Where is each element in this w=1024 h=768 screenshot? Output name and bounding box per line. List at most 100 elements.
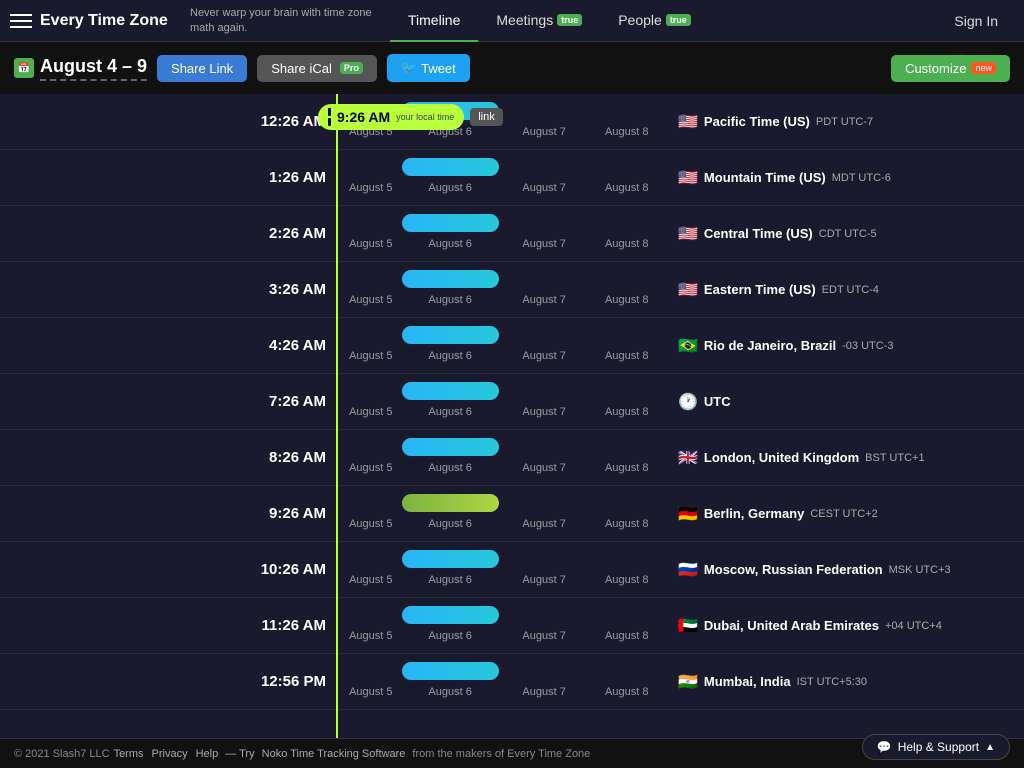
logo-text: Every Time Zone xyxy=(40,12,168,30)
tz-name: Pacific Time (US) xyxy=(704,114,810,129)
day-strip: August 6 xyxy=(402,626,499,646)
sign-in-button[interactable]: Sign In xyxy=(938,13,1014,29)
day-strip: August 5 xyxy=(340,458,402,478)
tz-label: 🇺🇸Pacific Time (US)PDT UTC-7 xyxy=(664,112,1024,132)
tagline: Never warp your brain with time zone mat… xyxy=(190,6,390,35)
tz-flag: 🕐 xyxy=(678,392,698,412)
day-strip: August 5 xyxy=(340,290,402,310)
help-support-button[interactable]: 💬 Help & Support ▲ xyxy=(862,734,1010,760)
day-strip: August 8 xyxy=(589,290,664,310)
nav-tab-people[interactable]: People true xyxy=(600,0,709,42)
tz-time-label: 8:26 AM xyxy=(0,449,340,466)
day-strip: August 5 xyxy=(340,402,402,422)
day-strip: August 6 xyxy=(402,234,499,254)
tz-name: Eastern Time (US) xyxy=(704,282,816,297)
main-header: Every Time Zone Never warp your brain wi… xyxy=(0,0,1024,42)
tz-bar-area[interactable]: August 5August 6August 7August 8 xyxy=(340,486,664,542)
day-strip: August 7 xyxy=(499,682,590,702)
day-strip: August 6 xyxy=(402,514,499,534)
tz-flag: 🇮🇳 xyxy=(678,672,698,692)
tz-bar-area[interactable]: August 5August 6August 7August 8 xyxy=(340,262,664,318)
tz-flag: 🇧🇷 xyxy=(678,336,698,356)
tweet-button[interactable]: 🐦 Tweet xyxy=(387,54,470,82)
active-bar xyxy=(402,382,499,400)
tz-bar-area[interactable]: August 5August 6August 7August 8 xyxy=(340,318,664,374)
tz-flag: 🇦🇪 xyxy=(678,616,698,636)
current-time-pill: 9:26 AM your local time xyxy=(318,104,464,130)
meetings-pro-badge: true xyxy=(557,14,582,26)
tz-name: Berlin, Germany xyxy=(704,506,804,521)
share-link-button[interactable]: Share Link xyxy=(157,55,247,82)
link-badge[interactable]: link xyxy=(470,108,503,126)
tz-time-label: 3:26 AM xyxy=(0,281,340,298)
nav-tab-timeline[interactable]: Timeline xyxy=(390,0,478,42)
day-strip: August 5 xyxy=(340,234,402,254)
tz-label: 🇷🇺Moscow, Russian FederationMSK UTC+3 xyxy=(664,560,1024,580)
tz-time-label: 12:56 PM xyxy=(0,673,340,690)
timezone-rows: 12:26 AMAugust 5August 6August 7August 8… xyxy=(0,94,1024,710)
tz-name: Dubai, United Arab Emirates xyxy=(704,618,879,633)
day-strip: August 8 xyxy=(589,458,664,478)
date-range-area: 📅 August 4 – 9 xyxy=(14,56,147,81)
tz-time-label: 2:26 AM xyxy=(0,225,340,242)
tz-label: 🇮🇳 Mumbai, India IST UTC+5:30 xyxy=(664,672,1024,692)
tz-bar-area[interactable]: August 5August 6August 7August 8 xyxy=(340,430,664,486)
day-strip: August 6 xyxy=(402,682,499,702)
tz-label: 🕐 UTC xyxy=(664,392,1024,412)
tz-time-label: 12:26 AM xyxy=(0,113,340,130)
nav-tab-meetings[interactable]: Meetings true xyxy=(478,0,600,42)
tz-abbr: MDT UTC-6 xyxy=(832,172,891,184)
tz-bar-area[interactable]: August 5August 6August 7August 8 xyxy=(340,598,664,654)
share-ical-button[interactable]: Share iCal Pro xyxy=(257,55,377,82)
tz-name: Moscow, Russian Federation xyxy=(704,562,883,577)
tz-row: 1:26 AMAugust 5August 6August 7August 8🇺… xyxy=(0,150,1024,206)
terms-link[interactable]: Terms xyxy=(114,748,144,760)
day-strip: August 7 xyxy=(499,234,590,254)
twitter-icon: 🐦 xyxy=(401,60,417,76)
help-link[interactable]: Help xyxy=(196,748,219,760)
from-text: from the makers of Every Time Zone xyxy=(409,748,590,760)
share-ical-pro-badge: Pro xyxy=(340,62,363,74)
tz-bar-area[interactable]: August 5August 6August 7August 8 xyxy=(340,542,664,598)
tz-time-label: 7:26 AM xyxy=(0,393,340,410)
tz-abbr: CDT UTC-5 xyxy=(819,228,877,240)
tz-row: 10:26 AMAugust 5August 6August 7August 8… xyxy=(0,542,1024,598)
day-strip: August 8 xyxy=(589,122,664,142)
tz-flag: 🇺🇸 xyxy=(678,280,698,300)
day-strip: August 7 xyxy=(499,626,590,646)
current-time-label: your local time xyxy=(396,112,454,122)
chevron-up-icon: ▲ xyxy=(985,742,995,753)
privacy-link[interactable]: Privacy xyxy=(152,748,188,760)
try-text: — Try xyxy=(222,748,257,760)
tz-bar-area[interactable]: August 5August 6August 7August 8 xyxy=(340,374,664,430)
active-bar xyxy=(402,662,499,680)
active-bar xyxy=(402,270,499,288)
tz-bar-area[interactable]: August 5August 6August 7August 8 xyxy=(340,654,664,710)
current-time-indicator: 9:26 AM your local time link xyxy=(318,104,503,130)
tz-name: UTC xyxy=(704,394,731,409)
hamburger-menu-icon[interactable] xyxy=(10,14,32,28)
tz-abbr: MSK UTC+3 xyxy=(889,564,951,576)
day-strip: August 8 xyxy=(589,570,664,590)
noko-link[interactable]: Noko Time Tracking Software xyxy=(262,748,406,760)
customize-button[interactable]: Customize new xyxy=(891,55,1010,82)
tz-row: 2:26 AMAugust 5August 6August 7August 8🇺… xyxy=(0,206,1024,262)
tz-name: Rio de Janeiro, Brazil xyxy=(704,338,836,353)
tz-time-label: 10:26 AM xyxy=(0,561,340,578)
day-strip: August 8 xyxy=(589,402,664,422)
tz-label: 🇺🇸Central Time (US)CDT UTC-5 xyxy=(664,224,1024,244)
tz-bar-area[interactable]: August 5August 6August 7August 8 xyxy=(340,206,664,262)
day-strip: August 7 xyxy=(499,402,590,422)
tz-bar-area[interactable]: August 5August 6August 7August 8 xyxy=(340,150,664,206)
tz-label: 🇺🇸Eastern Time (US)EDT UTC-4 xyxy=(664,280,1024,300)
day-strip: August 6 xyxy=(402,458,499,478)
tz-abbr: IST UTC+5:30 xyxy=(797,676,867,688)
tz-label: 🇩🇪Berlin, GermanyCEST UTC+2 xyxy=(664,504,1024,524)
active-bar xyxy=(402,438,499,456)
day-strip: August 6 xyxy=(402,570,499,590)
tz-name: Mumbai, India xyxy=(704,674,791,689)
day-strip: August 5 xyxy=(340,626,402,646)
tz-row: 11:26 AMAugust 5August 6August 7August 8… xyxy=(0,598,1024,654)
day-strip: August 8 xyxy=(589,178,664,198)
tz-flag: 🇺🇸 xyxy=(678,112,698,132)
